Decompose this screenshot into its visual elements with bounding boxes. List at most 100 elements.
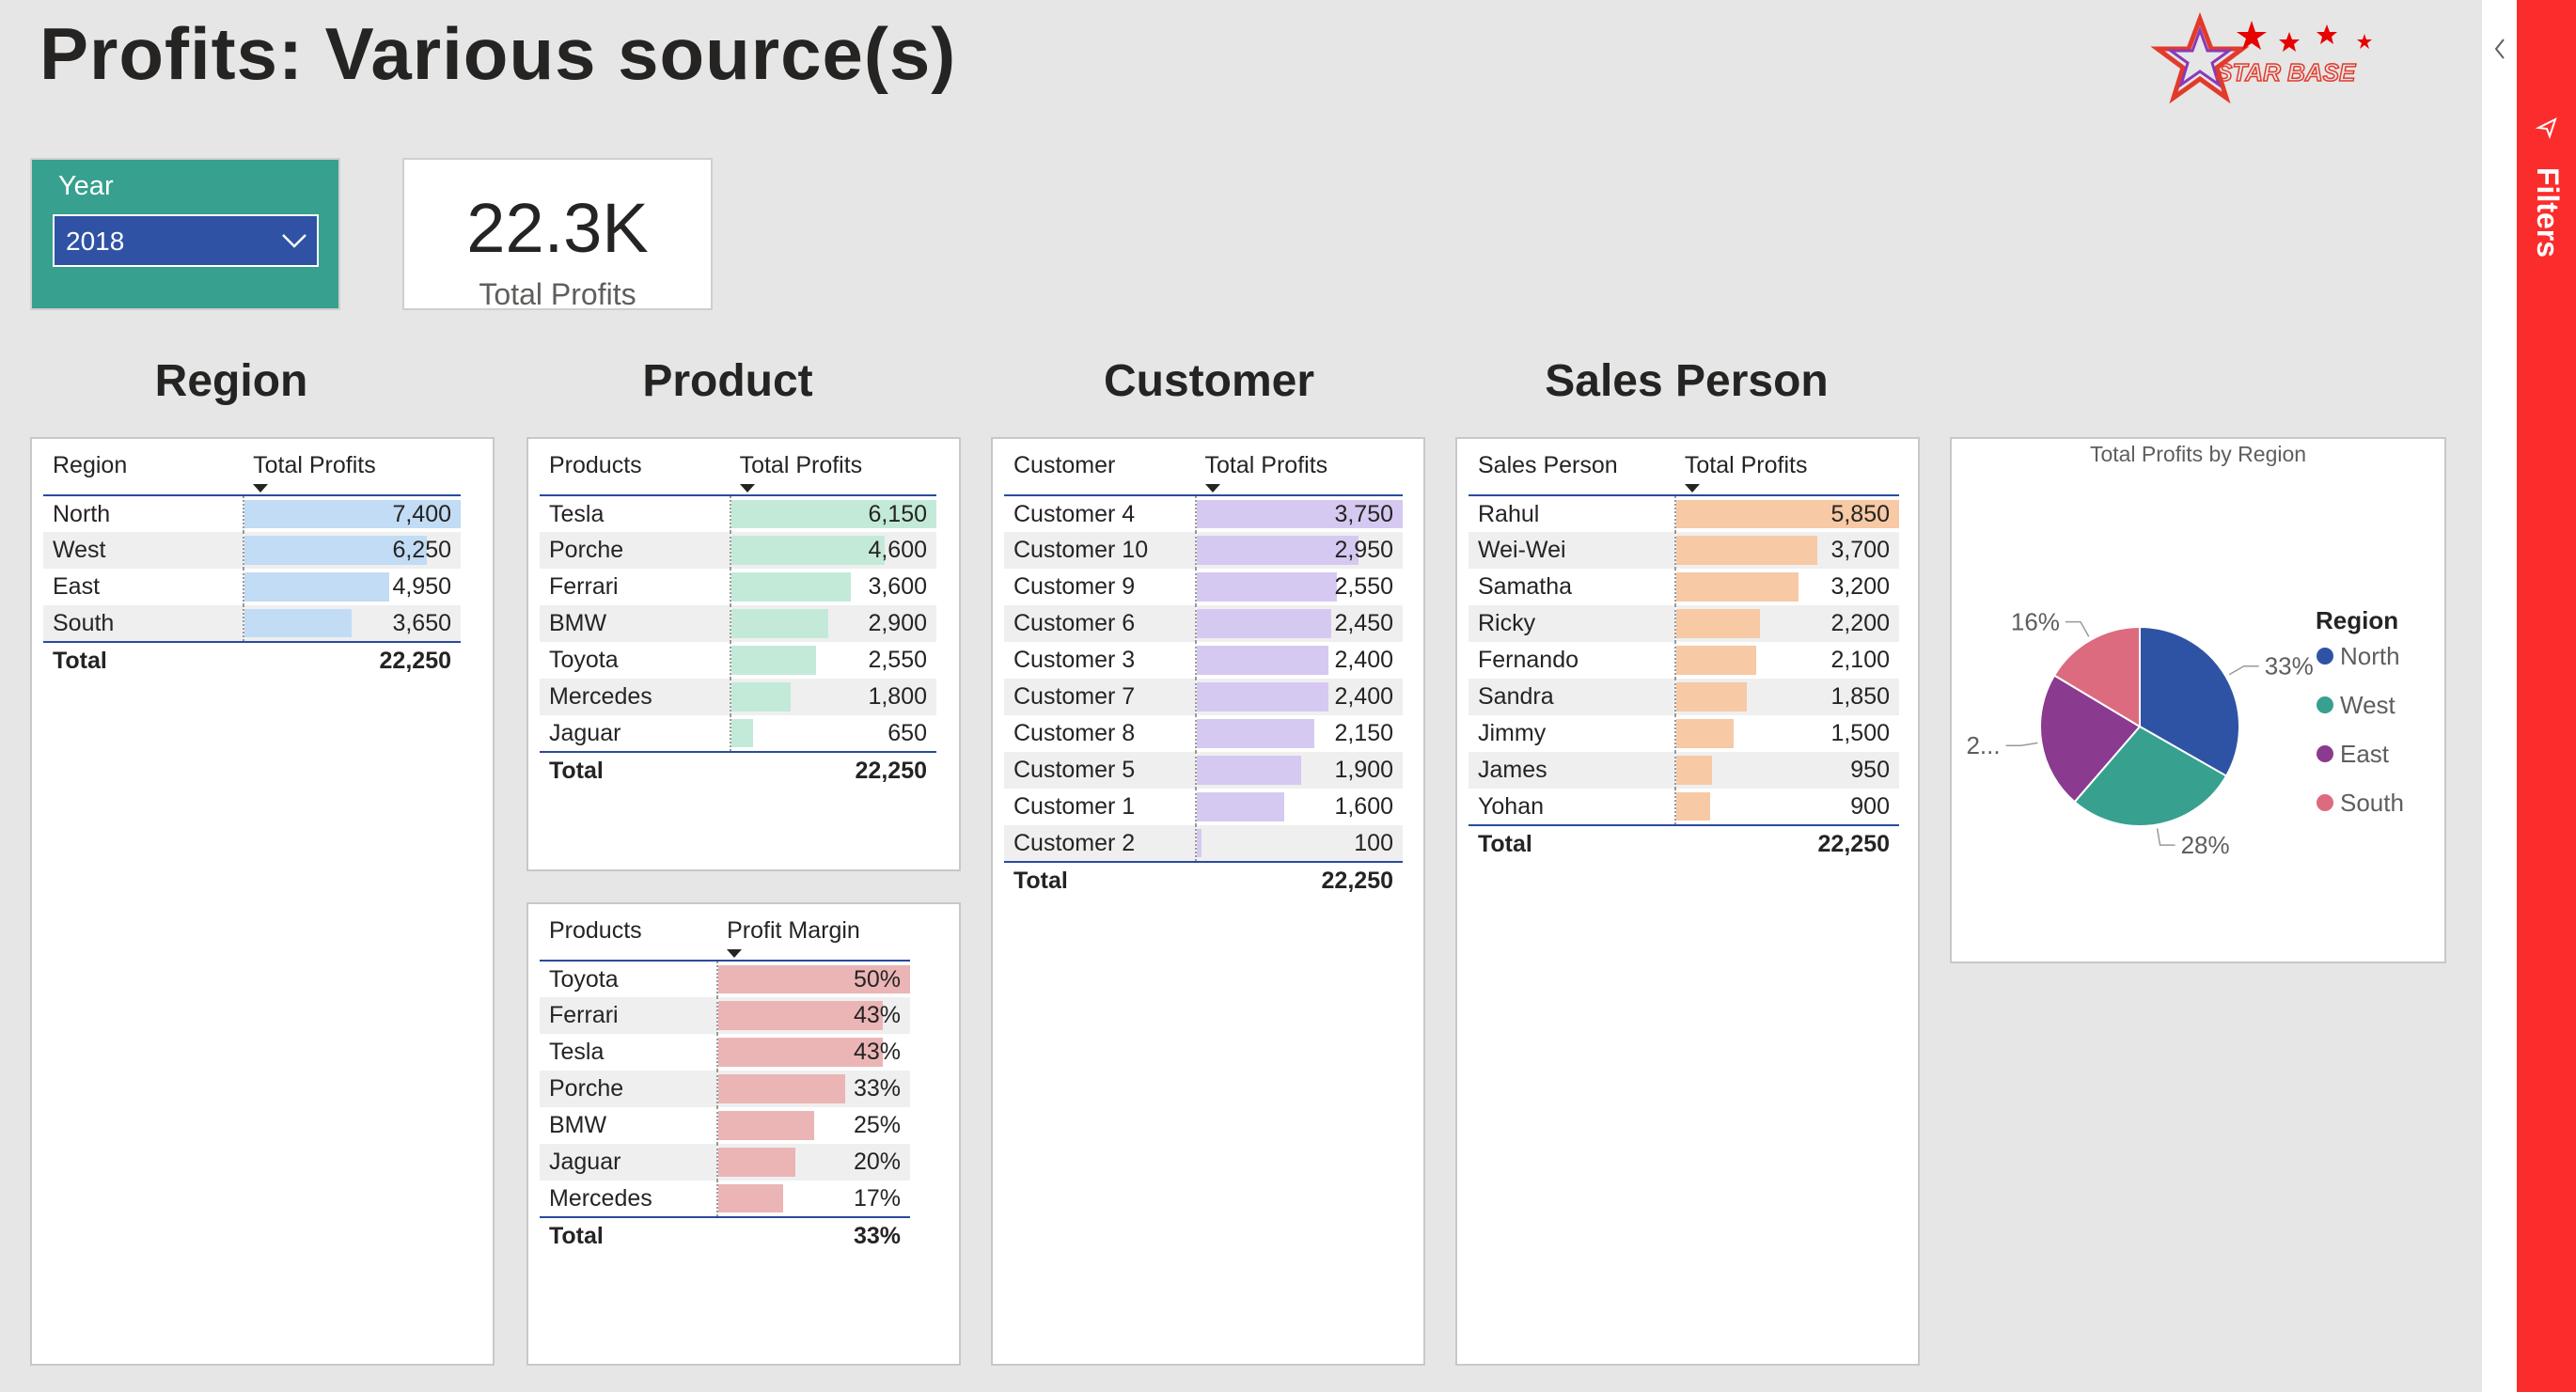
sort-descending-icon[interactable]	[739, 484, 755, 493]
table-row[interactable]: Customer 7 2,400	[1004, 679, 1403, 715]
column-header-label: Products	[549, 917, 642, 944]
column-header[interactable]: Sales Person	[1469, 439, 1675, 496]
table-row[interactable]: West 6,250	[43, 532, 461, 569]
collapse-chevron-icon[interactable]	[2482, 0, 2517, 94]
table-row[interactable]: South 3,650	[43, 605, 461, 642]
table-row[interactable]: Customer 6 2,450	[1004, 605, 1403, 642]
table-row[interactable]: Rahul 5,850	[1469, 495, 1899, 532]
column-header[interactable]: Profit Margin	[717, 904, 910, 962]
column-header-label: Region	[53, 452, 128, 478]
year-dropdown[interactable]: 2018	[53, 214, 319, 267]
table-row[interactable]: Yohan 900	[1469, 789, 1899, 825]
table-row[interactable]: Ferrari 3,600	[540, 569, 936, 605]
row-value-cell: 650	[729, 715, 936, 752]
table-row[interactable]: Fernando 2,100	[1469, 642, 1899, 679]
sort-descending-icon[interactable]	[1684, 484, 1700, 493]
table-row[interactable]: Customer 4 3,750	[1004, 495, 1403, 532]
column-header[interactable]: Total Profits	[1195, 439, 1403, 496]
legend-marker[interactable]	[2317, 696, 2333, 713]
table-row[interactable]: Jaguar 20%	[540, 1144, 910, 1181]
table-row[interactable]: Jimmy 1,500	[1469, 715, 1899, 752]
row-value-cell: 25%	[716, 1107, 910, 1144]
column-header[interactable]: Customer	[1004, 439, 1196, 496]
total-value: 22,250	[1195, 861, 1403, 899]
table-row[interactable]: Jaguar 650	[540, 715, 936, 752]
legend-item[interactable]: North	[2340, 642, 2400, 670]
row-value-cell: 950	[1673, 752, 1899, 789]
data-bar	[730, 572, 852, 602]
sales-person-table: Sales Person Total Profits Rahul 5,850 Wei-W…	[1469, 439, 1899, 863]
row-value: 4,950	[392, 573, 451, 600]
legend-item[interactable]: South	[2340, 789, 2404, 817]
table-row[interactable]: Customer 1 1,600	[1004, 789, 1403, 825]
table-row[interactable]: East 4,950	[43, 569, 461, 605]
legend-marker[interactable]	[2317, 794, 2333, 811]
column-header-label: Customer	[1013, 452, 1116, 478]
row-value: 2,400	[1334, 647, 1393, 673]
sort-descending-icon[interactable]	[253, 484, 269, 493]
profit-margin-panel: Products Profit Margin Toyota 50% Ferrari 43%…	[526, 902, 961, 1366]
table-row[interactable]: Toyota 50%	[540, 961, 910, 997]
row-label: Toyota	[549, 647, 619, 673]
table-row[interactable]: Customer 8 2,150	[1004, 715, 1403, 752]
region-panel: Region Total Profits North 7,400 West 6,250 Ea…	[30, 437, 495, 1366]
column-header[interactable]: Products	[540, 904, 718, 962]
total-label: Total	[1469, 824, 1675, 863]
table-row[interactable]: James 950	[1469, 752, 1899, 789]
column-header[interactable]: Total Profits	[243, 439, 461, 496]
table-row[interactable]: Samatha 3,200	[1469, 569, 1899, 605]
sort-descending-icon[interactable]	[1204, 484, 1220, 493]
table-row[interactable]: Customer 10 2,950	[1004, 532, 1403, 569]
table-row[interactable]: BMW 2,900	[540, 605, 936, 642]
row-label: Customer 9	[1013, 573, 1136, 600]
column-header[interactable]: Total Profits	[1674, 439, 1899, 496]
row-label: BMW	[540, 605, 730, 642]
table-row[interactable]: Mercedes 1,800	[540, 679, 936, 715]
data-label: 28%	[2181, 831, 2230, 859]
table-row[interactable]: Tesla 6,150	[540, 495, 936, 532]
data-bar	[730, 609, 828, 638]
data-bar	[1196, 756, 1301, 785]
row-label: Jimmy	[1478, 720, 1547, 746]
filters-label[interactable]: Filters	[2530, 167, 2565, 258]
table-row[interactable]: Wei-Wei 3,700	[1469, 532, 1899, 569]
row-label: James	[1469, 752, 1675, 789]
sort-descending-icon[interactable]	[727, 949, 743, 958]
table-row[interactable]: Toyota 2,550	[540, 642, 936, 679]
table-row[interactable]: Sandra 1,850	[1469, 679, 1899, 715]
table-row[interactable]: Customer 3 2,400	[1004, 642, 1403, 679]
column-header[interactable]: Region	[43, 439, 244, 496]
filters-pane[interactable]: Filters	[2517, 0, 2576, 1392]
row-value-cell: 33%	[716, 1071, 910, 1107]
total-row: Total 22,250	[43, 641, 461, 680]
table-row[interactable]: North 7,400	[43, 495, 461, 532]
table-row[interactable]: Ferrari 43%	[540, 997, 910, 1034]
table-row[interactable]: Customer 9 2,550	[1004, 569, 1403, 605]
table-row[interactable]: Ricky 2,200	[1469, 605, 1899, 642]
filter-icon[interactable]	[2536, 117, 2558, 139]
table-row[interactable]: Porche 4,600	[540, 532, 936, 569]
row-value: 1,500	[1830, 720, 1890, 746]
data-bar	[1196, 829, 1202, 857]
table-row[interactable]: BMW 25%	[540, 1107, 910, 1144]
legend-marker[interactable]	[2317, 648, 2333, 665]
column-header-label: Total Profits	[739, 452, 863, 478]
row-label: Sandra	[1469, 679, 1675, 715]
table-row[interactable]: Porche 33%	[540, 1071, 910, 1107]
row-value-cell: 43%	[716, 1034, 910, 1071]
section-title-region: Region	[154, 356, 308, 406]
data-bar	[1196, 646, 1328, 675]
legend-marker[interactable]	[2317, 745, 2333, 762]
legend-item[interactable]: East	[2340, 740, 2390, 768]
table-row[interactable]: Tesla 43%	[540, 1034, 910, 1071]
column-header[interactable]: Total Profits	[730, 439, 936, 496]
row-value-cell: 2,400	[1194, 642, 1403, 679]
row-value-cell: 1,800	[729, 679, 936, 715]
chart-title: Total Profits by Region	[2090, 442, 2306, 466]
table-row[interactable]: Mercedes 17%	[540, 1181, 910, 1217]
legend-item[interactable]: West	[2340, 691, 2396, 719]
row-value: 950	[1850, 757, 1890, 783]
table-row[interactable]: Customer 5 1,900	[1004, 752, 1403, 789]
column-header[interactable]: Products	[540, 439, 730, 496]
table-row[interactable]: Customer 2 100	[1004, 825, 1403, 862]
